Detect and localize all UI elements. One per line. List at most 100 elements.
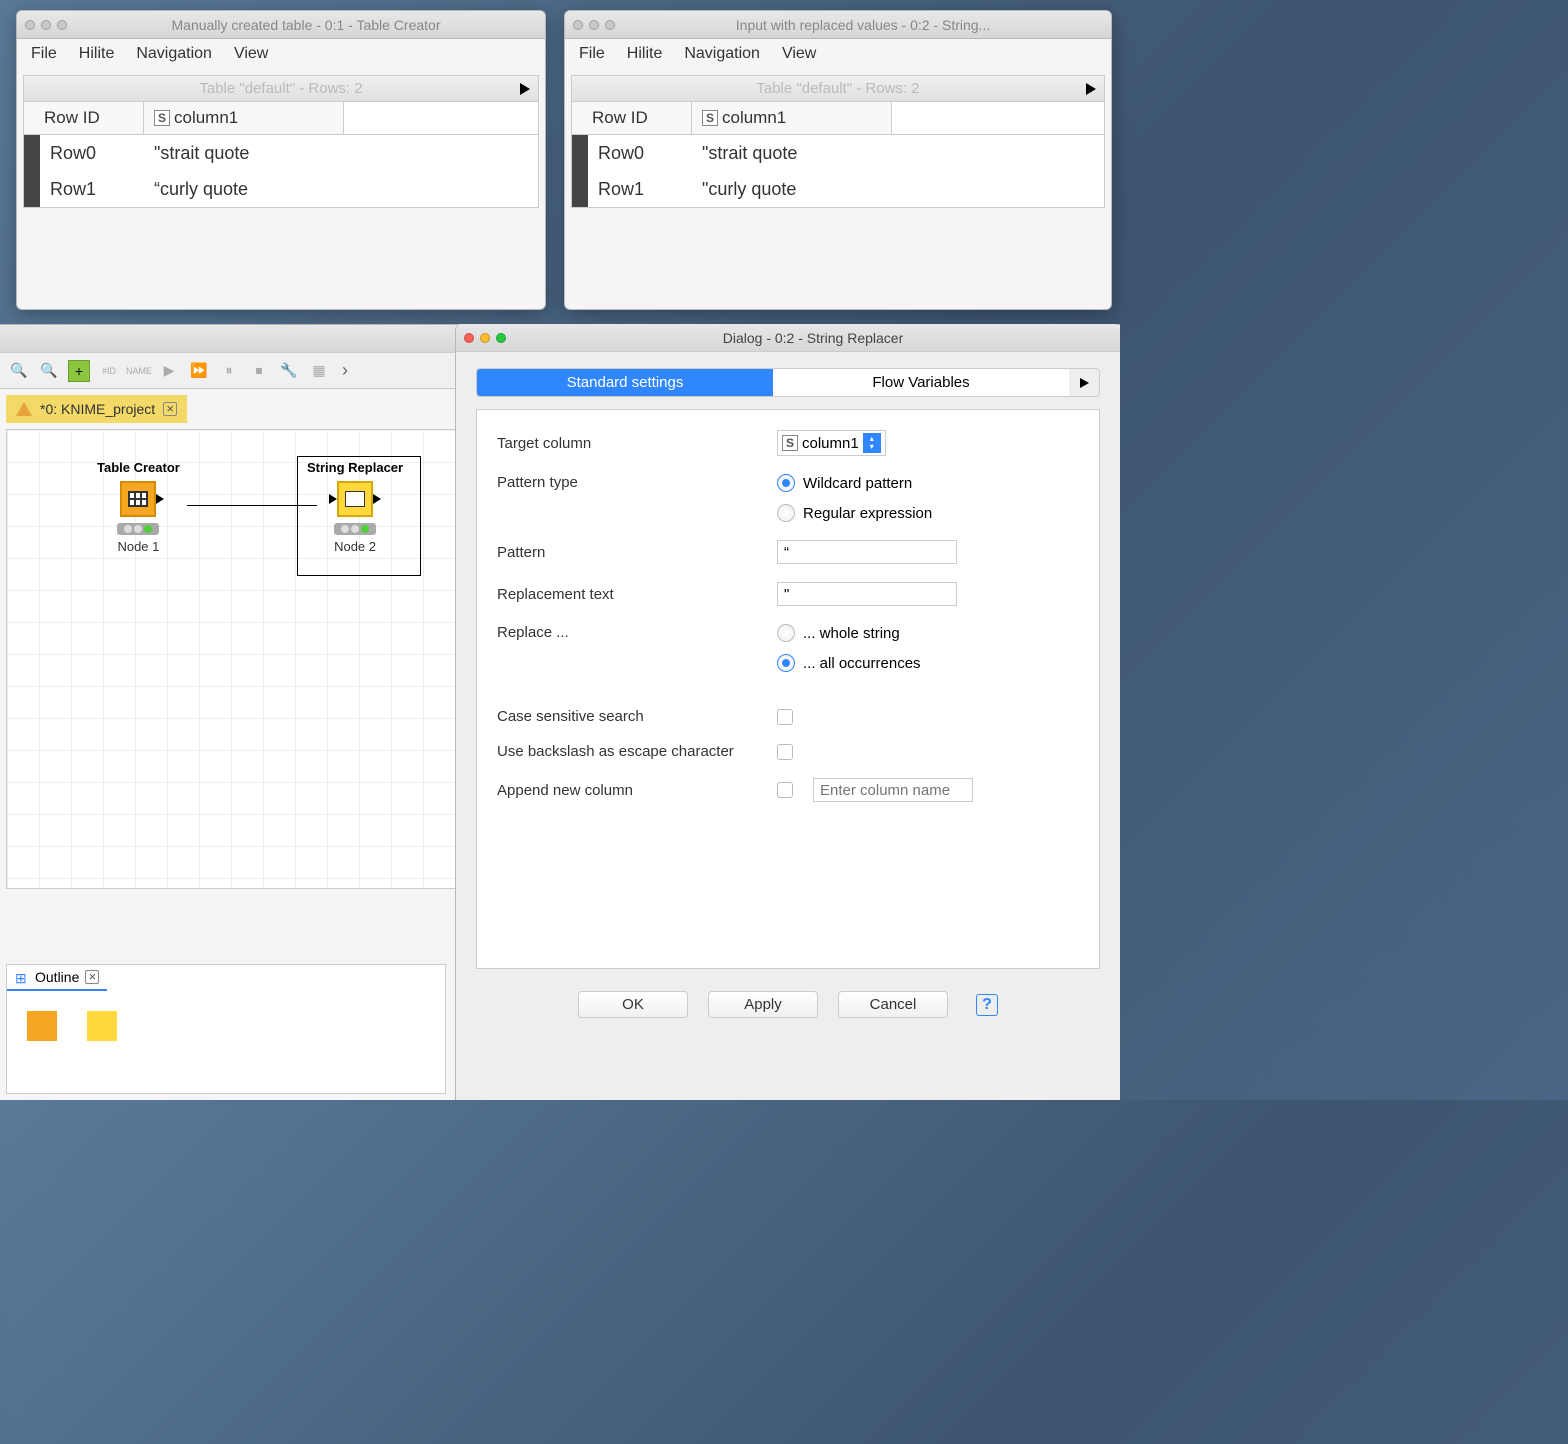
menu-navigation[interactable]: Navigation — [684, 45, 760, 63]
replacement-input[interactable] — [777, 582, 957, 606]
row-marker — [24, 171, 40, 207]
table-header: Row ID S column1 — [572, 102, 1104, 135]
cell-rowid: Row0 — [588, 137, 692, 170]
outline-preview[interactable] — [7, 991, 445, 1061]
radio-whole-string[interactable]: ... whole string — [777, 624, 1079, 642]
help-icon[interactable]: ? — [976, 994, 998, 1016]
chevron-right-icon[interactable]: › — [342, 360, 348, 381]
header-rowid[interactable]: Row ID — [24, 102, 144, 134]
outline-icon — [15, 970, 29, 984]
radio-label: Regular expression — [803, 505, 932, 522]
string-type-icon: S — [154, 110, 170, 126]
step-icon[interactable]: ⏩ — [188, 360, 210, 382]
menu-view[interactable]: View — [234, 45, 268, 63]
name-icon[interactable]: NAME — [128, 360, 150, 382]
menu-view[interactable]: View — [782, 45, 816, 63]
outline-panel: Outline × — [6, 964, 446, 1094]
zoom-icon[interactable] — [605, 20, 615, 30]
outline-tab[interactable]: Outline × — [7, 965, 107, 991]
table-row[interactable]: Row0 "strait quote — [24, 135, 538, 171]
table-row[interactable]: Row1 “curly quote — [24, 171, 538, 207]
output-port-icon[interactable] — [373, 494, 381, 504]
zoom-icon[interactable] — [496, 333, 506, 343]
minimize-icon[interactable] — [589, 20, 599, 30]
wrench-icon[interactable]: 🔧 — [278, 360, 300, 382]
radio-regex[interactable]: Regular expression — [777, 504, 1079, 522]
close-tab-icon[interactable]: × — [163, 402, 177, 416]
row-pattern-type: Pattern type Wildcard pattern Regular ex… — [497, 474, 1079, 522]
header-rowid[interactable]: Row ID — [572, 102, 692, 134]
header-column1[interactable]: S column1 — [144, 102, 344, 134]
menu-navigation[interactable]: Navigation — [136, 45, 212, 63]
ok-button[interactable]: OK — [578, 991, 688, 1018]
radio-icon — [777, 654, 795, 672]
id-icon[interactable]: #ID — [98, 360, 120, 382]
table-row[interactable]: Row1 "curly quote — [572, 171, 1104, 207]
titlebar[interactable]: Input with replaced values - 0:2 - Strin… — [565, 11, 1111, 39]
radio-wildcard[interactable]: Wildcard pattern — [777, 474, 1079, 492]
play-icon[interactable] — [520, 83, 530, 95]
node-icon — [120, 481, 156, 517]
dialog-title: Dialog - 0:2 - String Replacer — [514, 330, 1112, 346]
row-target-column: Target column S column1 — [497, 430, 1079, 456]
table: Row ID S column1 Row0 "strait quote Row1… — [24, 102, 538, 207]
append-column-checkbox[interactable] — [777, 782, 793, 798]
window-title: Input with replaced values - 0:2 - Strin… — [623, 17, 1103, 33]
backslash-checkbox[interactable] — [777, 744, 793, 760]
append-column-name-input[interactable] — [813, 778, 973, 802]
minimize-icon[interactable] — [41, 20, 51, 30]
input-port-icon[interactable] — [329, 494, 337, 504]
layout-icon[interactable]: ▦ — [308, 360, 330, 382]
apply-button[interactable]: Apply — [708, 991, 818, 1018]
radio-label: Wildcard pattern — [803, 475, 912, 492]
zoom-icon[interactable] — [57, 20, 67, 30]
tab-standard-settings[interactable]: Standard settings — [477, 369, 773, 396]
close-icon[interactable] — [25, 20, 35, 30]
cell-value: "strait quote — [144, 137, 344, 170]
menu-hilite[interactable]: Hilite — [627, 45, 663, 63]
traffic-lights — [573, 20, 615, 30]
radio-all-occurrences[interactable]: ... all occurrences — [777, 654, 1079, 672]
tabs-bar: Standard settings Flow Variables — [476, 368, 1100, 397]
add-icon[interactable]: + — [68, 360, 90, 382]
label-append-column: Append new column — [497, 782, 777, 799]
cancel-button[interactable]: Cancel — [838, 991, 948, 1018]
case-sensitive-checkbox[interactable] — [777, 709, 793, 725]
play-icon[interactable]: ▶ — [158, 360, 180, 382]
target-column-select[interactable]: S column1 — [777, 430, 886, 456]
stop-icon[interactable]: ⏹ — [248, 360, 270, 382]
tab-next-icon[interactable] — [1069, 369, 1099, 396]
select-value: column1 — [802, 435, 859, 452]
window-title: Manually created table - 0:1 - Table Cre… — [75, 17, 537, 33]
project-tab[interactable]: *0: KNIME_project × — [6, 395, 187, 423]
search-icon[interactable]: 🔍 — [8, 360, 30, 382]
minimize-icon[interactable] — [480, 333, 490, 343]
menu-file[interactable]: File — [579, 45, 605, 63]
cell-rowid: Row1 — [40, 173, 144, 206]
cell-rowid: Row0 — [40, 137, 144, 170]
tab-flow-variables[interactable]: Flow Variables — [773, 369, 1069, 396]
play-icon[interactable] — [1086, 83, 1096, 95]
close-outline-icon[interactable]: × — [85, 970, 99, 984]
output-port-icon[interactable] — [156, 494, 164, 504]
status-lights — [117, 523, 159, 535]
table-row[interactable]: Row0 "strait quote — [572, 135, 1104, 171]
table-window-1: Manually created table - 0:1 - Table Cre… — [16, 10, 546, 310]
table-info-text: Table "default" - Rows: 2 — [199, 80, 362, 97]
settings-panel: Target column S column1 Pattern type Wil… — [476, 409, 1100, 969]
traffic-lights — [464, 333, 506, 343]
pause-icon[interactable]: ⏸ — [218, 360, 240, 382]
menu-hilite[interactable]: Hilite — [79, 45, 115, 63]
header-column1[interactable]: S column1 — [692, 102, 892, 134]
node-string-replacer[interactable]: String Replacer Node 2 — [307, 460, 403, 554]
button-bar: OK Apply Cancel ? — [456, 981, 1120, 1018]
pattern-input[interactable] — [777, 540, 957, 564]
menu-file[interactable]: File — [31, 45, 57, 63]
row-replace: Replace ... ... whole string ... all occ… — [497, 624, 1079, 672]
dialog-titlebar[interactable]: Dialog - 0:2 - String Replacer — [456, 324, 1120, 352]
close-icon[interactable] — [464, 333, 474, 343]
zoom-icon[interactable]: 🔍 — [38, 360, 60, 382]
close-icon[interactable] — [573, 20, 583, 30]
node-table-creator[interactable]: Table Creator Node 1 — [97, 460, 180, 554]
titlebar[interactable]: Manually created table - 0:1 - Table Cre… — [17, 11, 545, 39]
